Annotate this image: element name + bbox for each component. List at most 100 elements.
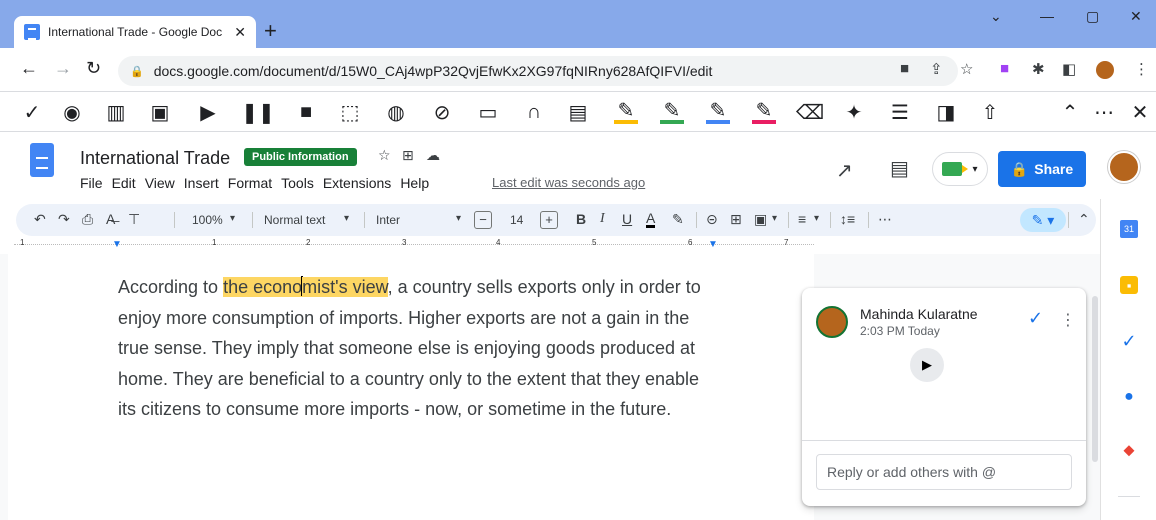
tab-close-icon[interactable]: ✕ (234, 24, 246, 41)
back-icon[interactable]: ← (20, 58, 38, 79)
account-avatar[interactable] (1108, 151, 1140, 183)
editing-mode-button[interactable]: ✎ ▾ (1020, 208, 1066, 232)
dictionary-icon[interactable]: ⊘ (430, 100, 454, 124)
undo-icon[interactable]: ↶ (34, 211, 46, 228)
highlight-yellow-icon[interactable]: ✎ (614, 100, 638, 124)
chevron-down-icon[interactable]: ▾ (230, 213, 235, 224)
bold-icon[interactable]: B (576, 211, 586, 227)
reply-input[interactable]: Reply or add others with @ (816, 454, 1072, 490)
print-icon[interactable]: ⎙ (82, 211, 93, 228)
star-icon[interactable]: ☆ (378, 147, 391, 164)
maps-icon[interactable]: ⬥ (1120, 442, 1138, 460)
headphones-icon[interactable]: ∩ (522, 100, 546, 124)
cloud-status-icon[interactable]: ☁ (426, 147, 440, 164)
highlight-green-icon[interactable]: ✎ (660, 100, 684, 124)
last-edit-link[interactable]: Last edit was seconds ago (492, 175, 645, 190)
font-size-input[interactable]: 14 (510, 213, 523, 227)
scrollbar[interactable] (1092, 296, 1098, 462)
new-tab-button[interactable]: + (264, 20, 277, 42)
check-icon[interactable]: ✓ (20, 100, 44, 124)
contacts-icon[interactable]: ● (1120, 388, 1138, 406)
redo-icon[interactable]: ↷ (58, 211, 70, 228)
forward-icon[interactable]: → (54, 58, 72, 79)
audio-play-button[interactable]: ▶ (910, 348, 944, 382)
meet-button[interactable]: ▾ (932, 152, 988, 186)
upload-icon[interactable]: ⇧ (978, 100, 1002, 124)
menu-help[interactable]: Help (400, 175, 429, 191)
profile-avatar-icon[interactable] (1096, 61, 1114, 79)
translate-icon[interactable]: ▤ (566, 100, 590, 124)
address-bar[interactable]: 🔒 docs.google.com/document/d/15W0_CAj4wp… (118, 56, 958, 86)
menu-edit[interactable]: Edit (112, 175, 136, 191)
more-icon[interactable]: ⋯ (1092, 100, 1116, 124)
stop-icon[interactable]: ■ (294, 100, 318, 124)
play-icon[interactable]: ▶ (196, 100, 220, 124)
share-page-icon[interactable]: ⇪ (930, 60, 943, 78)
chevron-down-icon[interactable]: ▾ (772, 213, 777, 224)
line-spacing-icon[interactable]: ↕≡ (840, 211, 855, 227)
menu-insert[interactable]: Insert (184, 175, 219, 191)
menu-file[interactable]: File (80, 175, 103, 191)
extension-icon[interactable]: ■ (1000, 60, 1009, 77)
tasks-icon[interactable]: ✓ (1120, 331, 1138, 351)
insert-image-icon[interactable]: ▣ (754, 211, 767, 228)
keep-icon[interactable]: ▪ (1120, 276, 1138, 294)
spellcheck-icon[interactable]: A̶ (106, 211, 115, 227)
comment-card[interactable]: Mahinda Kularatne 2:03 PM Today ✓ ⋮ ▶ Re… (802, 288, 1086, 506)
picture-icon[interactable]: ▣ (148, 100, 172, 124)
clear-highlight-icon[interactable]: ⌫ (796, 100, 824, 124)
more-options-icon[interactable]: ⋯ (878, 211, 892, 228)
left-indent-marker-icon[interactable]: ▼ (112, 239, 122, 250)
underline-icon[interactable]: U (622, 211, 632, 227)
browser-tab[interactable]: International Trade - Google Doc ✕ (14, 16, 256, 48)
collect-highlights-icon[interactable]: ✦ (842, 100, 866, 124)
screen-select-icon[interactable]: ⬚ (338, 100, 362, 124)
text-color-icon[interactable]: A (646, 211, 656, 228)
document-title[interactable]: International Trade (80, 148, 230, 169)
highlight-pink-icon[interactable]: ✎ (752, 100, 776, 124)
ruler[interactable]: 1 ▼ 1 2 3 4 5 6 ▼ 7 (0, 238, 814, 252)
puzzle-icon[interactable]: ✱ (1032, 60, 1045, 78)
add-comment-icon[interactable]: ⊞ (730, 211, 742, 228)
highlight-color-icon[interactable]: ✎ (672, 211, 684, 228)
chevron-down-icon[interactable]: ▾ (814, 213, 819, 224)
chevron-down-icon[interactable]: ▾ (344, 213, 349, 224)
menu-tools[interactable]: Tools (281, 175, 314, 191)
right-indent-marker-icon[interactable]: ▼ (708, 239, 718, 250)
increase-font-size-button[interactable]: + (540, 211, 558, 229)
close-window-button[interactable]: ✕ (1130, 8, 1142, 25)
book-icon[interactable]: ▥ (104, 100, 128, 124)
link-icon[interactable]: ⊝ (706, 211, 718, 228)
docs-logo-icon[interactable] (30, 143, 54, 177)
activity-trend-icon[interactable]: ↗ (836, 158, 853, 183)
hide-menus-icon[interactable]: ⌃ (1078, 211, 1090, 228)
resolve-check-icon[interactable]: ✓ (1028, 308, 1043, 329)
speaker-head-icon[interactable]: ◉ (60, 100, 84, 124)
calendar-icon[interactable]: 31 (1120, 220, 1138, 238)
highlight-blue-icon[interactable]: ✎ (706, 100, 730, 124)
close-toolbar-icon[interactable]: ✕ (1128, 100, 1152, 124)
font-select[interactable]: Inter (376, 213, 400, 227)
chrome-menu-icon[interactable]: ⋮ (1134, 60, 1149, 78)
monitor-icon[interactable]: ▭ (476, 100, 500, 124)
menu-view[interactable]: View (145, 175, 175, 191)
comments-icon[interactable]: ▤ (890, 156, 909, 181)
audio-maker-icon[interactable]: ◍ (384, 100, 408, 124)
list-icon[interactable]: ☰ (888, 100, 912, 124)
menu-extensions[interactable]: Extensions (323, 175, 391, 191)
reload-icon[interactable]: ↻ (86, 58, 101, 79)
tab-search-icon[interactable]: ⌄ (990, 8, 1002, 25)
minimize-button[interactable]: — (1040, 8, 1054, 24)
paragraph-style-select[interactable]: Normal text (264, 213, 325, 227)
side-panel-icon[interactable]: ◧ (1062, 60, 1076, 78)
italic-icon[interactable]: I (600, 211, 605, 227)
collapse-icon[interactable]: ⌃ (1058, 100, 1082, 124)
comment-more-icon[interactable]: ⋮ (1060, 310, 1076, 330)
menu-format[interactable]: Format (228, 175, 272, 191)
align-left-icon[interactable]: ≡ (798, 211, 806, 227)
maximize-button[interactable]: ▢ (1086, 8, 1099, 25)
chevron-down-icon[interactable]: ▾ (456, 213, 461, 224)
document-body[interactable]: According to the economist's view, a cou… (118, 272, 718, 425)
pause-icon[interactable]: ❚❚ (241, 100, 275, 124)
camera-icon[interactable]: ■ (900, 60, 909, 77)
